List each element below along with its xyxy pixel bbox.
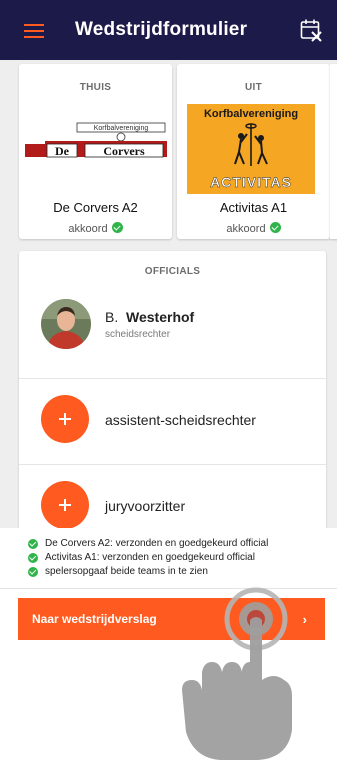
referee-role: scheidsrechter (105, 329, 171, 340)
away-team-status: akkoord (177, 222, 330, 235)
home-status-text: akkoord (68, 223, 108, 235)
add-jury-chair-button[interactable] (41, 481, 89, 528)
check-circle-icon (28, 553, 38, 563)
chevron-right-icon: › (302, 612, 307, 627)
checklist-item-text: spelersopgaaf beide teams in te zien (45, 566, 208, 577)
page-title: Wedstrijdformulier (75, 19, 248, 40)
korfball-players-icon (234, 123, 268, 166)
check-circle-icon (111, 222, 123, 233)
officials-heading: OFFICIALS (144, 266, 201, 277)
check-circle-icon (28, 539, 38, 549)
app-bar: Wedstrijdformulier (0, 0, 337, 60)
officials-card: OFFICIALS B. Westerhof scheidsrechter as… (19, 251, 326, 528)
tap-hand-icon (182, 587, 292, 760)
referee-surname: Westerhof (126, 309, 195, 325)
corvers-logo-de: De (55, 144, 70, 158)
add-assistant-referee-row[interactable]: assistent-scheidsrechter (19, 378, 326, 464)
checklist-item-text: De Corvers A2: verzonden en goedgekeurd … (45, 538, 269, 549)
hamburger-menu-icon[interactable] (24, 24, 44, 38)
checklist-item-text: Activitas A1: verzonden en goedgekeurd o… (45, 552, 255, 563)
referee-row[interactable]: B. Westerhof scheidsrechter (19, 291, 326, 377)
next-card-peek (330, 64, 337, 239)
activitas-logo: Korfbalvereniging ACTIVITAS (187, 104, 315, 194)
away-team-name: Activitas A1 (219, 200, 288, 215)
away-status-text: akkoord (226, 223, 266, 235)
corvers-logo-corvers: Corvers (103, 144, 145, 158)
home-team-card[interactable]: THUIS Korfbalvereniging De Corvers De Co… (19, 64, 172, 239)
cta-label: Naar wedstrijdverslag (32, 612, 157, 626)
home-team-status: akkoord (19, 222, 172, 235)
calendar-cross-icon[interactable] (300, 18, 322, 42)
add-jury-chair-row[interactable]: juryvoorzitter (19, 464, 326, 528)
add-assistant-referee-button[interactable] (41, 395, 89, 443)
home-side-label: THUIS (79, 82, 112, 93)
jury-chair-label: juryvoorzitter (105, 498, 186, 514)
de-corvers-logo: Korfbalvereniging De Corvers (25, 122, 167, 158)
home-team-name: De Corvers A2 (53, 200, 138, 215)
referee-avatar (41, 299, 91, 349)
activitas-logo-bottom-text: ACTIVITAS (210, 174, 292, 190)
referee-initial: B. (105, 309, 119, 325)
away-team-card[interactable]: UIT Korfbalvereniging ACTIVITAS Activita… (177, 64, 330, 239)
away-side-label: UIT (244, 82, 262, 93)
check-circle-icon (28, 567, 38, 577)
match-form-content: THUIS Korfbalvereniging De Corvers De Co… (0, 60, 337, 528)
activitas-logo-top-text: Korfbalvereniging (203, 108, 299, 120)
referee-name: B. Westerhof (105, 309, 194, 325)
check-circle-icon (269, 222, 281, 233)
assistant-referee-label: assistent-scheidsrechter (105, 412, 256, 428)
corvers-logo-top-text: Korfbalvereniging (94, 125, 149, 132)
